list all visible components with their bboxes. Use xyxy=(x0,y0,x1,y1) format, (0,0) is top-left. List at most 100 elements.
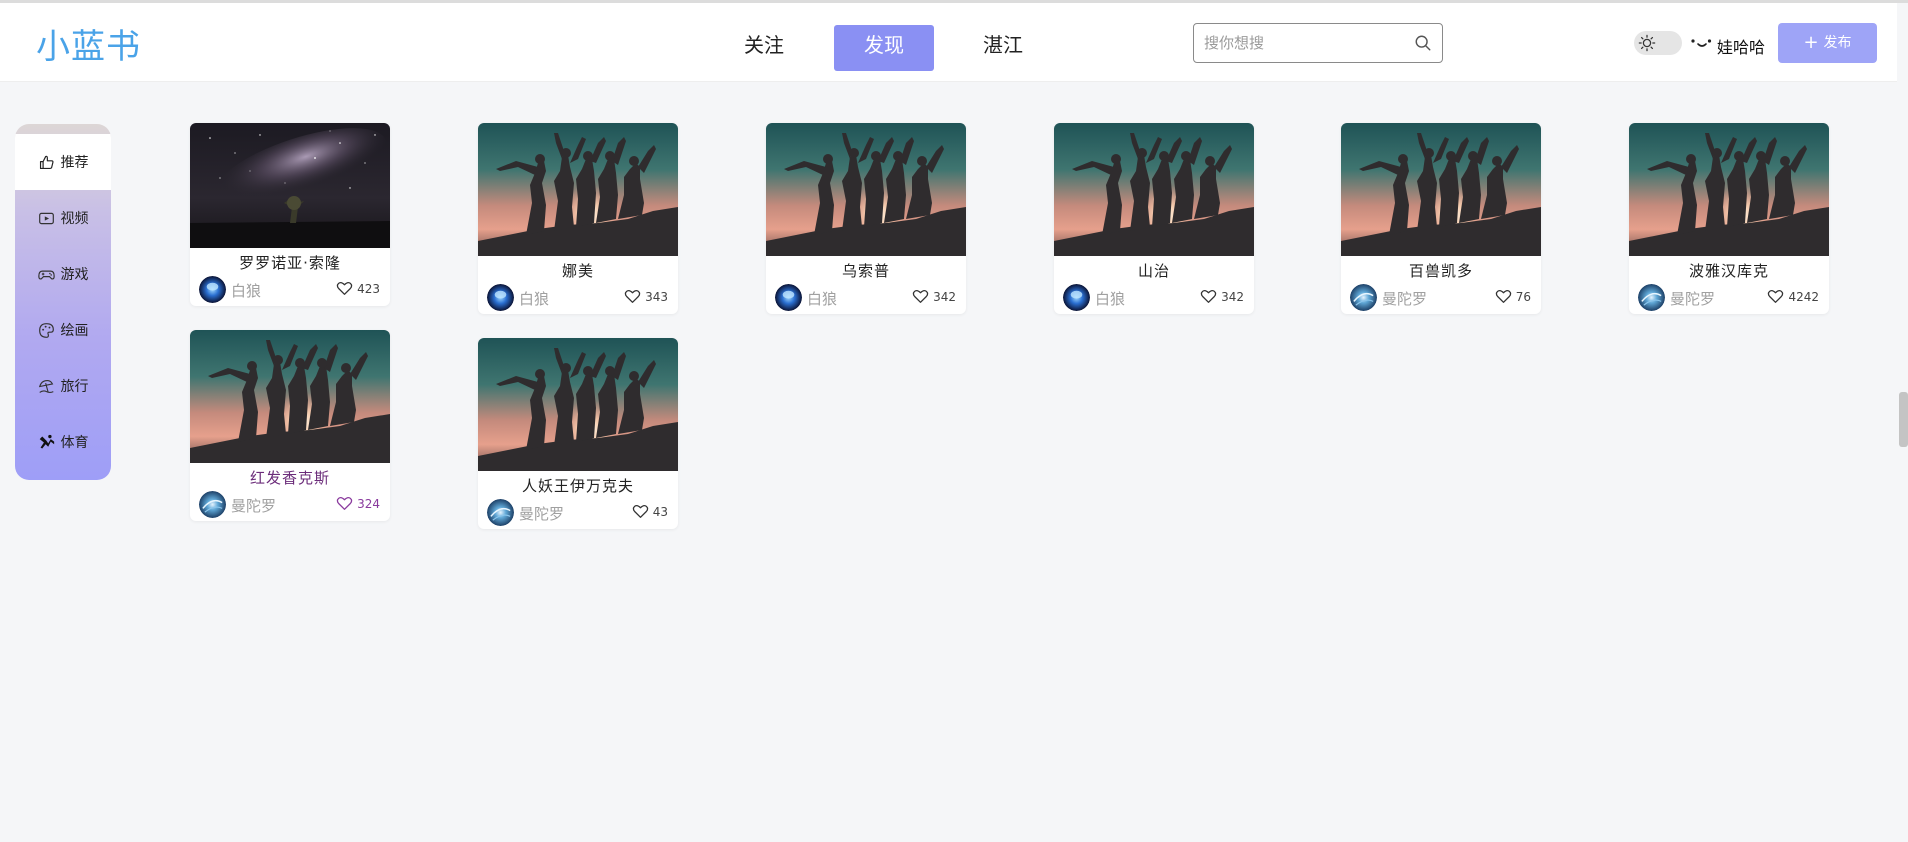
post-title[interactable]: 娜美 xyxy=(478,260,678,280)
silhouette-image[interactable] xyxy=(1629,123,1829,256)
post-card[interactable]: 娜美 白狼 343 xyxy=(478,123,678,314)
like-count: 43 xyxy=(652,504,668,519)
like-button[interactable]: 324 xyxy=(336,496,380,511)
post-title[interactable]: 波雅汉库克 xyxy=(1629,260,1829,280)
avatar[interactable] xyxy=(199,491,226,518)
like-button[interactable]: 343 xyxy=(624,289,668,304)
search-icon[interactable] xyxy=(1414,34,1432,52)
avatar[interactable] xyxy=(775,284,802,311)
author-name[interactable]: 白狼 xyxy=(1095,288,1125,309)
like-button[interactable]: 423 xyxy=(336,281,380,296)
author-name[interactable]: 曼陀罗 xyxy=(1382,288,1427,309)
tab-follow[interactable]: 关注 xyxy=(736,25,792,71)
post-card[interactable]: 波雅汉库克 曼陀罗 4242 xyxy=(1629,123,1829,314)
post-title[interactable]: 罗罗诺亚·索隆 xyxy=(190,252,390,272)
gamepad-icon xyxy=(37,270,55,280)
post-meta: 白狼 343 xyxy=(478,280,678,314)
avatar[interactable] xyxy=(1638,284,1665,311)
post-meta: 白狼 342 xyxy=(766,280,966,314)
heart-icon xyxy=(1495,290,1511,303)
like-button[interactable]: 342 xyxy=(912,289,956,304)
post-card[interactable]: 乌索普 白狼 342 xyxy=(766,123,966,314)
thumbs-up-icon xyxy=(39,155,54,169)
post-meta: 曼陀罗 76 xyxy=(1341,280,1541,314)
like-button[interactable]: 342 xyxy=(1200,289,1244,304)
avatar[interactable] xyxy=(199,276,226,303)
tab-discover[interactable]: 发现 xyxy=(834,25,934,71)
site-logo[interactable]: 小蓝书 xyxy=(36,19,141,68)
sidebar-item-label: 体育 xyxy=(60,435,89,451)
like-button[interactable]: 43 xyxy=(632,504,668,519)
sidebar-item-drawing[interactable]: 绘画 xyxy=(15,302,111,358)
heart-icon xyxy=(1200,290,1217,303)
author-name[interactable]: 白狼 xyxy=(519,288,549,309)
post-card[interactable]: 山治 白狼 342 xyxy=(1054,123,1254,314)
heart-icon xyxy=(336,282,353,295)
post-card[interactable]: 罗罗诺亚·索隆 白狼 423 xyxy=(190,123,390,306)
avatar[interactable] xyxy=(487,284,514,311)
night-sky-image[interactable] xyxy=(190,123,390,248)
sidebar-item-recommend[interactable]: 推荐 xyxy=(15,134,111,190)
username[interactable]: 娃哈哈 xyxy=(1717,34,1765,58)
like-count: 343 xyxy=(645,289,668,304)
palette-icon xyxy=(38,322,54,338)
post-meta: 白狼 342 xyxy=(1054,280,1254,314)
like-count: 423 xyxy=(357,281,380,296)
post-meta: 曼陀罗 324 xyxy=(190,487,390,521)
post-title[interactable]: 山治 xyxy=(1054,260,1254,280)
sidebar-item-label: 游戏 xyxy=(60,267,89,283)
post-card[interactable]: 百兽凯多 曼陀罗 76 xyxy=(1341,123,1541,314)
search-input[interactable] xyxy=(1204,32,1404,54)
avatar[interactable] xyxy=(1350,284,1377,311)
post-card[interactable]: 红发香克斯 曼陀罗 324 xyxy=(190,330,390,521)
publish-button[interactable]: + 发布 xyxy=(1778,23,1877,63)
sidebar-item-video[interactable]: 视频 xyxy=(15,190,111,246)
post-title[interactable]: 百兽凯多 xyxy=(1341,260,1541,280)
silhouette-image[interactable] xyxy=(190,330,390,463)
author-name[interactable]: 曼陀罗 xyxy=(519,503,564,524)
umbrella-beach-icon xyxy=(38,379,54,393)
silhouette-image[interactable] xyxy=(766,123,966,256)
scrollbar-thumb[interactable] xyxy=(1899,392,1908,447)
like-count: 342 xyxy=(1221,289,1244,304)
author-name[interactable]: 白狼 xyxy=(807,288,837,309)
silhouette-image[interactable] xyxy=(478,123,678,256)
silhouette-image[interactable] xyxy=(478,338,678,471)
publish-label: 发布 xyxy=(1823,35,1852,51)
video-icon xyxy=(38,212,54,224)
sun-icon xyxy=(1638,34,1656,52)
search-box xyxy=(1193,23,1443,63)
post-meta: 曼陀罗 43 xyxy=(478,495,678,529)
sidebar-item-label: 绘画 xyxy=(60,323,89,339)
avatar[interactable] xyxy=(487,499,514,526)
post-title[interactable]: 人妖王伊万克夫 xyxy=(478,475,678,495)
post-title[interactable]: 乌索普 xyxy=(766,260,966,280)
sidebar-item-game[interactable]: 游戏 xyxy=(15,246,111,302)
heart-icon xyxy=(336,497,353,510)
post-card[interactable]: 人妖王伊万克夫 曼陀罗 43 xyxy=(478,338,678,529)
like-button[interactable]: 76 xyxy=(1495,289,1531,304)
sidebar-item-travel[interactable]: 旅行 xyxy=(15,358,111,414)
like-count: 4242 xyxy=(1788,289,1819,304)
tab-zhanjiang[interactable]: 湛江 xyxy=(978,25,1028,71)
author-name[interactable]: 曼陀罗 xyxy=(1670,288,1715,309)
heart-icon xyxy=(912,290,929,303)
silhouette-image[interactable] xyxy=(1054,123,1254,256)
smile-face-icon xyxy=(1691,39,1712,47)
heart-icon xyxy=(624,290,641,303)
avatar[interactable] xyxy=(1063,284,1090,311)
like-count: 342 xyxy=(933,289,956,304)
sport-icon xyxy=(39,434,54,448)
sidebar-item-label: 旅行 xyxy=(60,379,89,395)
author-name[interactable]: 白狼 xyxy=(231,280,261,301)
author-name[interactable]: 曼陀罗 xyxy=(231,495,276,516)
category-sidebar: 推荐 视频 游戏 绘画 旅行 体育 xyxy=(15,124,111,480)
sidebar-item-sports[interactable]: 体育 xyxy=(15,414,111,470)
theme-toggle[interactable] xyxy=(1634,31,1682,55)
like-count: 324 xyxy=(357,496,380,511)
post-title[interactable]: 红发香克斯 xyxy=(190,467,390,487)
post-meta: 曼陀罗 4242 xyxy=(1629,280,1829,314)
post-meta: 白狼 423 xyxy=(190,272,390,306)
like-button[interactable]: 4242 xyxy=(1767,289,1819,304)
silhouette-image[interactable] xyxy=(1341,123,1541,256)
